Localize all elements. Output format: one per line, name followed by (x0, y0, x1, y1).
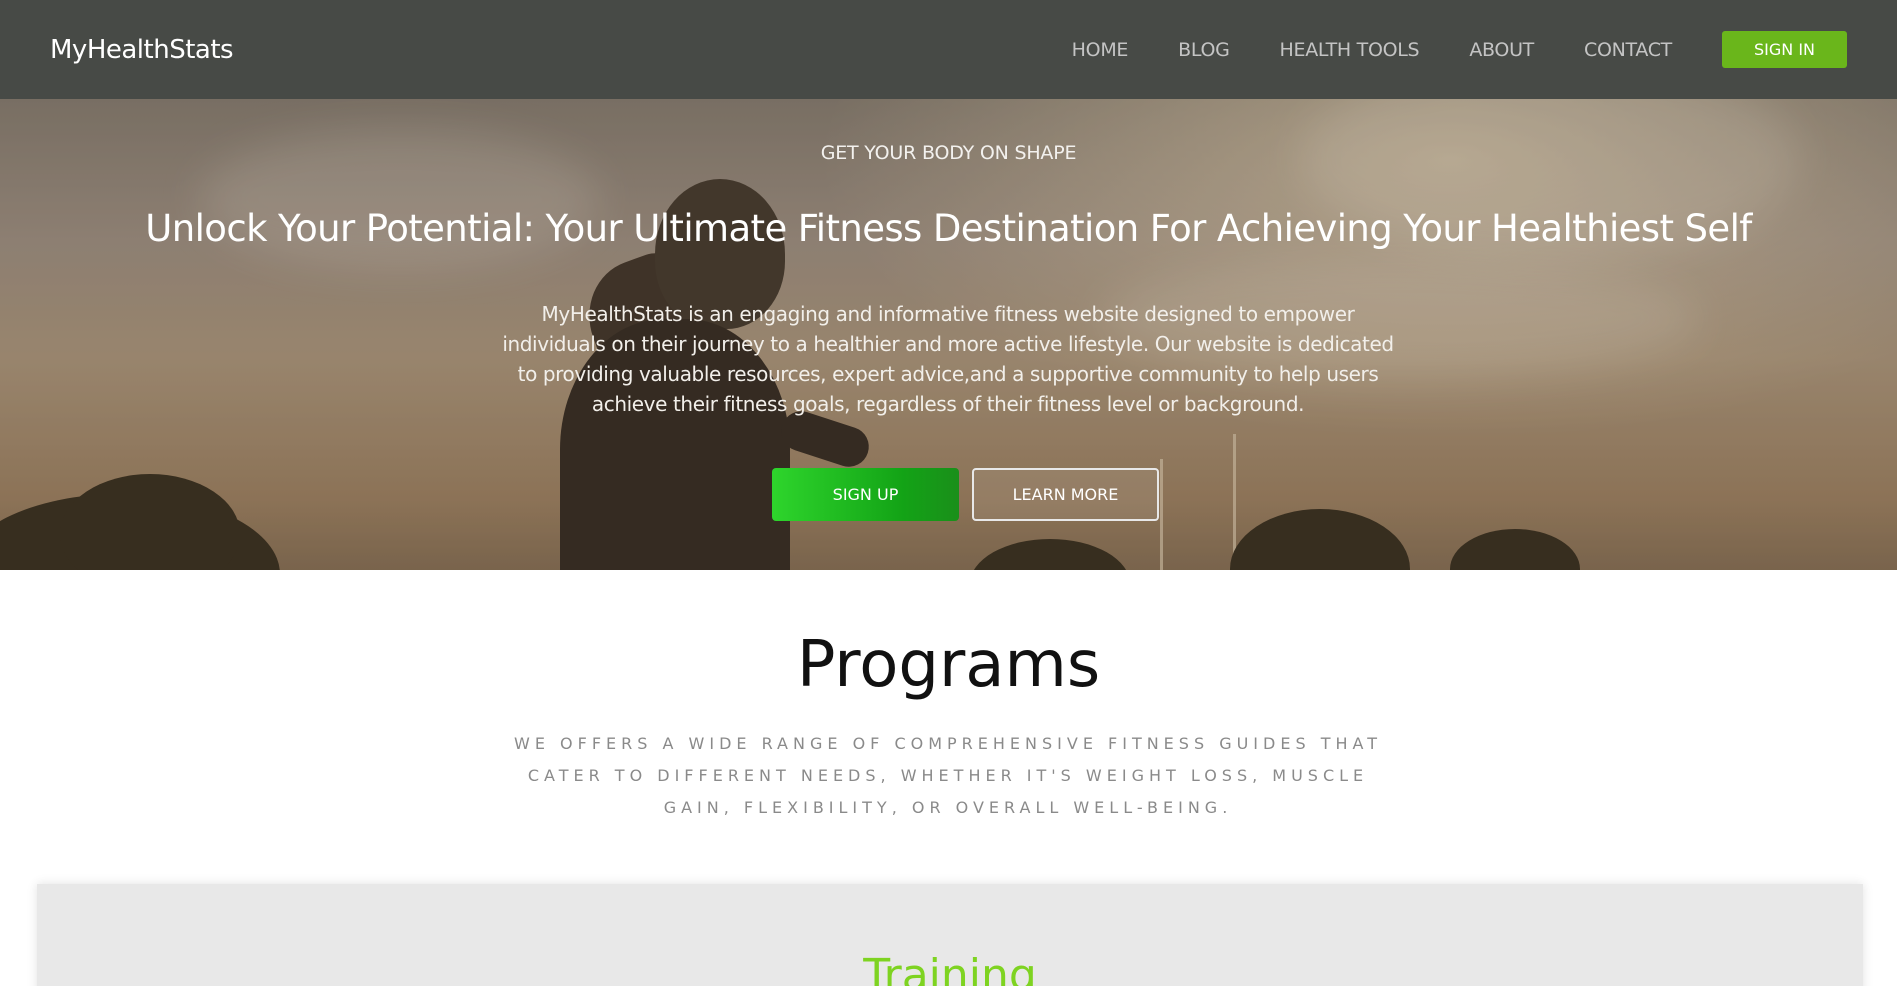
sign-up-button[interactable]: SIGN UP (772, 468, 959, 521)
sign-in-button[interactable]: SIGN IN (1722, 31, 1847, 68)
learn-more-button[interactable]: LEARN MORE (972, 468, 1159, 521)
nav-item-health-tools[interactable]: HEALTH TOOLS (1280, 39, 1420, 61)
program-card-title: Training (863, 950, 1037, 986)
nav-item-contact[interactable]: CONTACT (1584, 39, 1672, 61)
main-nav: HOME BLOG HEALTH TOOLS ABOUT CONTACT SIG… (1072, 31, 1847, 68)
hero-content: GET YOUR BODY ON SHAPE Unlock Your Poten… (0, 99, 1897, 570)
hero-eyebrow: GET YOUR BODY ON SHAPE (820, 142, 1077, 164)
hero-section: GET YOUR BODY ON SHAPE Unlock Your Poten… (0, 99, 1897, 570)
hero-title: Unlock Your Potential: Your Ultimate Fit… (145, 207, 1752, 250)
nav-item-home[interactable]: HOME (1072, 39, 1129, 61)
hero-buttons: SIGN UP LEARN MORE (0, 468, 1897, 521)
hero-description: MyHealthStats is an engaging and informa… (502, 302, 1394, 416)
nav-item-blog[interactable]: BLOG (1178, 39, 1230, 61)
programs-title: Programs (796, 628, 1101, 702)
brand-logo[interactable]: MyHealthStats (50, 35, 234, 65)
top-navbar: MyHealthStats HOME BLOG HEALTH TOOLS ABO… (0, 0, 1897, 99)
program-card-training[interactable]: Training (37, 884, 1863, 986)
programs-description: We offers a wide range of comprehensive … (514, 734, 1382, 817)
nav-item-about[interactable]: ABOUT (1469, 39, 1534, 61)
